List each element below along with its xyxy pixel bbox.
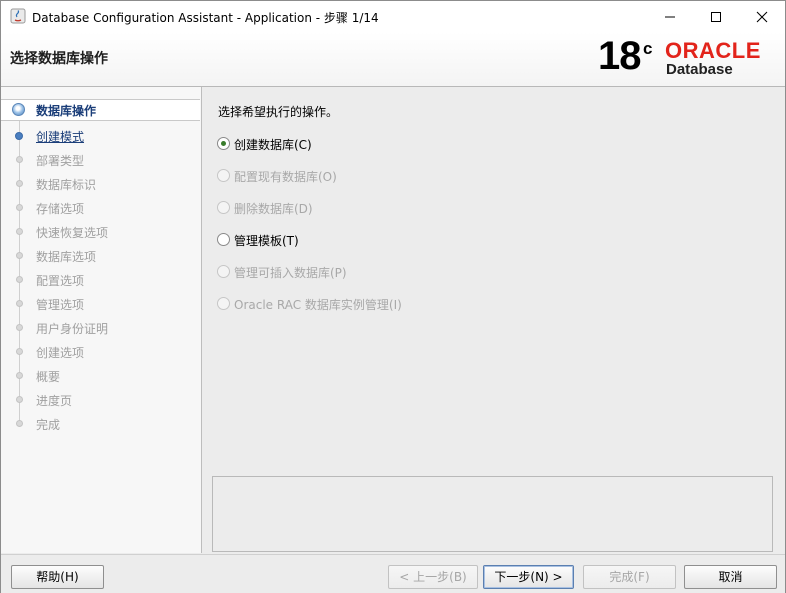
step-dot-icon [16, 396, 23, 403]
step-storage-option: 存储选项 [1, 198, 201, 218]
step-dot-icon [16, 252, 23, 259]
radio-unselected-icon [217, 169, 230, 182]
step-dot-icon [16, 420, 23, 427]
step-label: 管理选项 [36, 298, 85, 312]
step-deployment-type: 部署类型 [1, 150, 201, 170]
step-dot-icon [16, 372, 23, 379]
step-dot-icon [16, 300, 23, 307]
radio-label[interactable]: 管理模板(T) [234, 232, 299, 249]
button-bar: 帮助(H) < 上一步(B) 下一步(N) > 完成(F) 取消 [1, 554, 785, 593]
step-label: 进度页 [36, 394, 73, 408]
step-dot-icon [15, 132, 23, 140]
step-dot-icon [16, 180, 23, 187]
radio-label: 删除数据库(D) [234, 202, 313, 216]
cancel-button[interactable]: 取消 [684, 565, 777, 589]
page-title: 选择数据库操作 [10, 51, 108, 67]
radio-unselected-icon [217, 201, 230, 214]
current-step-icon [12, 103, 25, 116]
java-app-icon [10, 8, 26, 24]
step-dot-icon [16, 204, 23, 211]
radio-unselected-icon[interactable] [217, 233, 230, 246]
title-bar[interactable]: Database Configuration Assistant - Appli… [1, 1, 785, 32]
step-label: 快速恢复选项 [36, 226, 109, 240]
step-database-identification: 数据库标识 [1, 174, 201, 194]
step-dot-icon [16, 228, 23, 235]
step-label[interactable]: 创建模式 [36, 128, 84, 145]
help-button[interactable]: 帮助(H) [11, 565, 104, 589]
dbca-window: Database Configuration Assistant - Appli… [0, 0, 786, 593]
radio-unselected-icon [217, 265, 230, 278]
step-label: 完成 [36, 418, 61, 432]
minimize-button[interactable] [647, 1, 693, 32]
step-label: 存储选项 [36, 202, 85, 216]
step-dot-icon [16, 276, 23, 283]
step-label: 数据库操作 [36, 104, 97, 118]
logo-version: 18 [598, 34, 641, 78]
radio-label: 配置现有数据库(O) [234, 170, 337, 184]
next-button[interactable]: 下一步(N) > [483, 565, 574, 589]
maximize-button[interactable] [693, 1, 739, 32]
step-management-options: 管理选项 [1, 294, 201, 314]
logo-version-suffix: c [643, 39, 653, 58]
step-user-credentials: 用户身份证明 [1, 318, 201, 338]
step-label: 创建选项 [36, 346, 85, 360]
operation-prompt: 选择希望执行的操作。 [218, 105, 339, 119]
main-panel: 选择希望执行的操作。 创建数据库(C) 配置现有数据库(O) 删除数据库(D) … [202, 87, 785, 553]
step-label: 用户身份证明 [36, 322, 109, 336]
close-button[interactable] [739, 1, 785, 32]
step-creation-mode[interactable]: 创建模式 [1, 126, 201, 146]
finish-button: 完成(F) [583, 565, 676, 589]
step-summary: 概要 [1, 366, 201, 386]
step-label: 概要 [36, 370, 61, 384]
step-creation-option: 创建选项 [1, 342, 201, 362]
step-database-operation: 数据库操作 [1, 99, 200, 121]
radio-label: 管理可插入数据库(P) [234, 266, 347, 280]
window-title: Database Configuration Assistant - Appli… [32, 11, 379, 25]
step-label: 部署类型 [36, 154, 85, 168]
description-box [212, 476, 773, 552]
minimize-icon [665, 16, 675, 18]
step-finish: 完成 [1, 414, 201, 434]
step-dot-icon [16, 348, 23, 355]
step-dot-icon [16, 156, 23, 163]
back-button: < 上一步(B) [388, 565, 478, 589]
radio-selected-icon[interactable] [217, 137, 230, 150]
step-fast-recovery-option: 快速恢复选项 [1, 222, 201, 242]
logo-product: Database [666, 61, 733, 78]
step-label: 数据库选项 [36, 250, 97, 264]
header-banner: 选择数据库操作 18 c ORACLE Database [1, 32, 785, 87]
radio-label[interactable]: 创建数据库(C) [234, 136, 312, 153]
step-dot-icon [16, 324, 23, 331]
steps-panel: 数据库操作 创建模式 部署类型 数据库标识 存储选项 快速恢复选项 数据库选项 [1, 87, 202, 553]
maximize-icon [711, 12, 721, 22]
radio-unselected-icon [217, 297, 230, 310]
step-label: 数据库标识 [36, 178, 97, 192]
radio-label: Oracle RAC 数据库实例管理(I) [234, 298, 402, 312]
step-configuration-options: 配置选项 [1, 270, 201, 290]
step-progress-page: 进度页 [1, 390, 201, 410]
step-database-options: 数据库选项 [1, 246, 201, 266]
step-label: 配置选项 [36, 274, 85, 288]
close-icon [756, 11, 768, 23]
